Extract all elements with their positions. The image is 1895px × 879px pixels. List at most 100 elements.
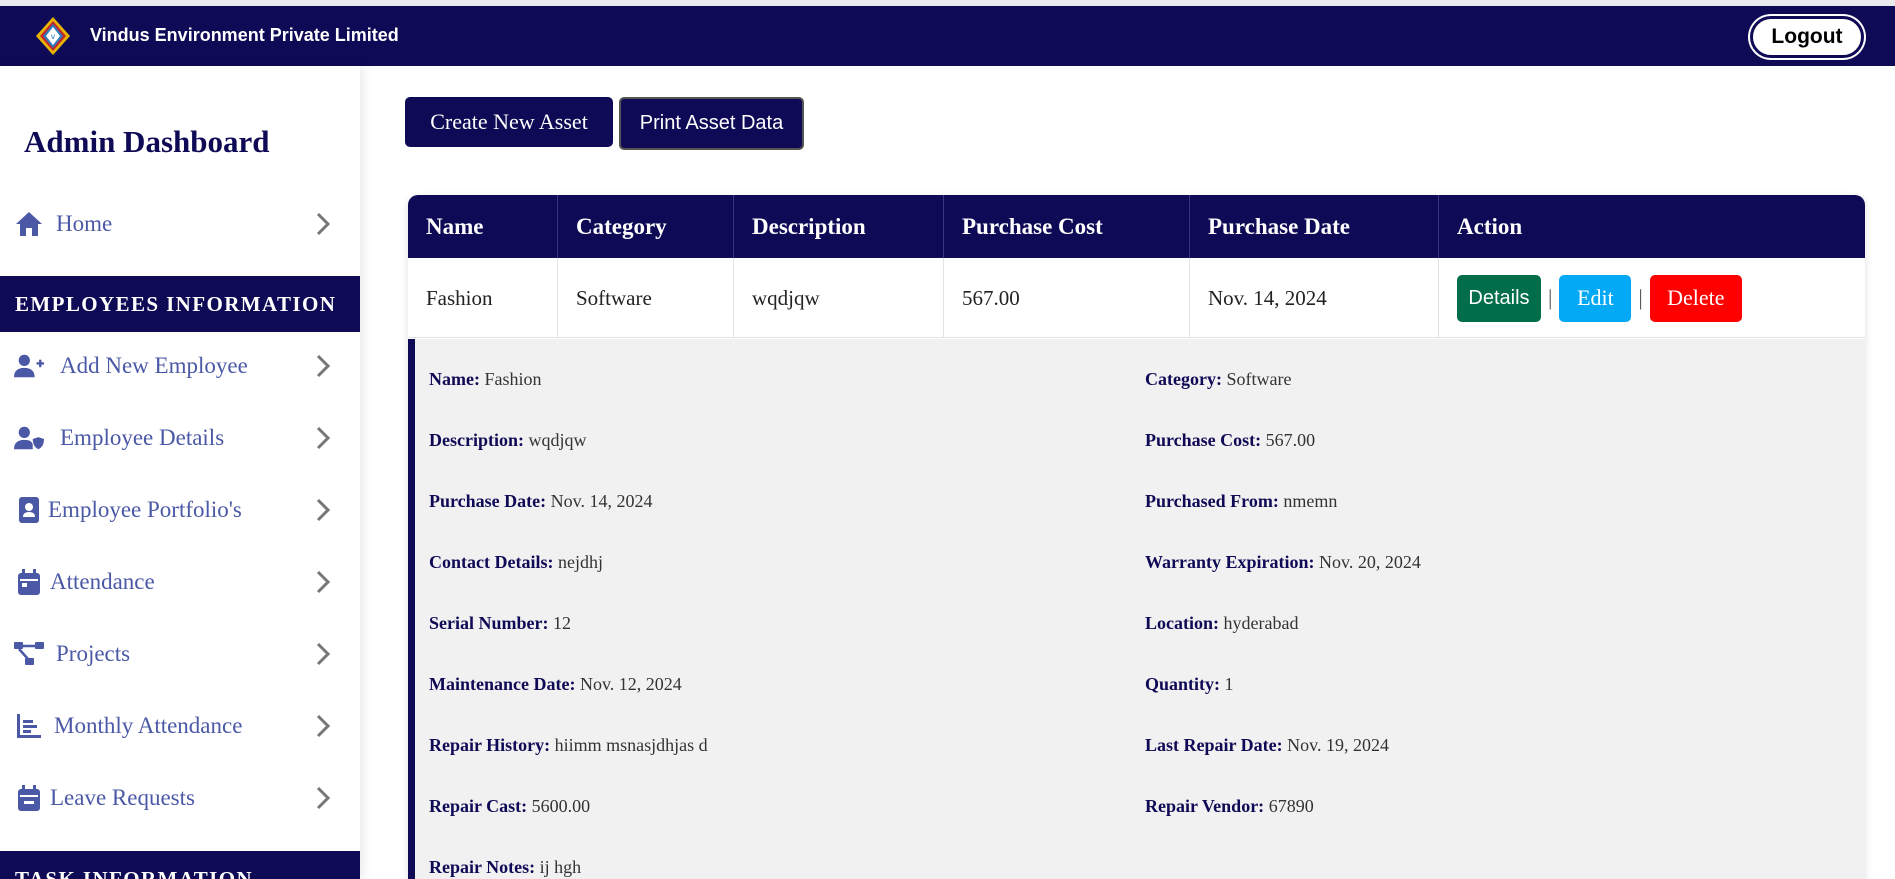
company-name: Vindus Environment Private Limited bbox=[90, 25, 399, 45]
svg-text:v: v bbox=[51, 32, 56, 41]
calendar-minus-icon bbox=[14, 783, 44, 813]
detail-value: Nov. 14, 2024 bbox=[550, 491, 653, 511]
id-badge-icon bbox=[14, 495, 44, 525]
chevron-right-icon bbox=[316, 426, 331, 450]
detail-maintenance-date: Maintenance Date: Nov. 12, 2024 bbox=[429, 674, 682, 695]
sidebar-item-employee-portfolios[interactable]: Employee Portfolio's bbox=[0, 482, 360, 538]
detail-label: Location: bbox=[1145, 613, 1219, 633]
sidebar: Admin Dashboard Home EMPLOYEES INFORMATI… bbox=[0, 66, 360, 879]
cell-actions: Details | Edit | Delete bbox=[1439, 258, 1865, 338]
sidebar-item-label: Employee Details bbox=[60, 425, 225, 450]
detail-value: Fashion bbox=[484, 369, 542, 389]
detail-label: Name: bbox=[429, 369, 480, 389]
detail-quantity: Quantity: 1 bbox=[1145, 674, 1234, 695]
logout-button[interactable]: Logout bbox=[1750, 16, 1864, 58]
detail-purchase-date: Purchase Date: Nov. 14, 2024 bbox=[429, 491, 652, 512]
top-navbar: v Vindus Environment Private Limited Log… bbox=[0, 6, 1895, 66]
detail-label: Purchase Cost: bbox=[1145, 430, 1262, 450]
print-asset-data-button[interactable]: Print Asset Data bbox=[619, 97, 804, 150]
company-logo-icon[interactable]: v bbox=[34, 15, 72, 57]
sidebar-item-leave-requests[interactable]: Leave Requests bbox=[0, 770, 360, 826]
chevron-right-icon bbox=[316, 786, 331, 810]
detail-value: Nov. 20, 2024 bbox=[1319, 552, 1421, 572]
detail-label: Repair Vendor: bbox=[1145, 796, 1265, 816]
detail-value: Nov. 12, 2024 bbox=[579, 674, 682, 694]
detail-value: hyderabad bbox=[1223, 613, 1299, 633]
chevron-right-icon bbox=[316, 354, 331, 378]
detail-value: 67890 bbox=[1268, 796, 1314, 816]
user-shield-icon bbox=[14, 423, 44, 453]
detail-repair-vendor: Repair Vendor: 67890 bbox=[1145, 796, 1314, 817]
project-diagram-icon bbox=[14, 639, 44, 669]
user-plus-icon bbox=[14, 351, 44, 381]
detail-value: ij hgh bbox=[539, 857, 582, 877]
asset-details-panel: Name: Fashion Category: Software Descrip… bbox=[408, 339, 1865, 879]
detail-label: Repair Cast: bbox=[429, 796, 528, 816]
column-header-name: Name bbox=[408, 195, 558, 258]
detail-label: Quantity: bbox=[1145, 674, 1221, 694]
sidebar-item-attendance[interactable]: Attendance bbox=[0, 554, 360, 610]
edit-button[interactable]: Edit bbox=[1559, 274, 1632, 322]
detail-value: 1 bbox=[1224, 674, 1234, 694]
detail-label: Category: bbox=[1145, 369, 1222, 389]
sidebar-item-projects[interactable]: Projects bbox=[0, 626, 360, 682]
sidebar-item-label: Monthly Attendance bbox=[54, 713, 243, 738]
column-header-action: Action bbox=[1457, 213, 1523, 239]
detail-value: Software bbox=[1226, 369, 1292, 389]
table-row: Fashion Software wqdjqw 567.00 Nov. 14, … bbox=[408, 258, 1865, 338]
detail-value: nmemn bbox=[1283, 491, 1338, 511]
chevron-right-icon bbox=[316, 714, 331, 738]
detail-value: nejdhj bbox=[557, 552, 603, 572]
detail-label: Description: bbox=[429, 430, 524, 450]
detail-value: hiimm msnasjdhjas d bbox=[554, 735, 708, 755]
detail-label: Purchase Date: bbox=[429, 491, 547, 511]
sidebar-title: Admin Dashboard bbox=[24, 124, 270, 159]
action-separator: | bbox=[1638, 285, 1643, 310]
detail-label: Repair History: bbox=[429, 735, 551, 755]
chevron-right-icon bbox=[316, 212, 331, 236]
asset-table: Name Category Description Purchase Cost … bbox=[408, 195, 1865, 879]
action-separator: | bbox=[1548, 285, 1553, 310]
sidebar-item-label: Leave Requests bbox=[50, 785, 195, 810]
detail-value: 5600.00 bbox=[531, 796, 591, 816]
detail-value: wqdjqw bbox=[528, 430, 587, 450]
detail-category: Category: Software bbox=[1145, 369, 1291, 390]
sidebar-item-label: Add New Employee bbox=[60, 353, 248, 378]
detail-serial-number: Serial Number: 12 bbox=[429, 613, 571, 634]
create-new-asset-button[interactable]: Create New Asset bbox=[405, 97, 613, 147]
sidebar-item-monthly-attendance[interactable]: Monthly Attendance bbox=[0, 698, 360, 754]
sidebar-item-employee-details[interactable]: Employee Details bbox=[0, 410, 360, 466]
column-header-purchase-cost: Purchase Cost bbox=[944, 195, 1190, 258]
cell-description: wqdjqw bbox=[734, 258, 944, 338]
chevron-right-icon bbox=[316, 642, 331, 666]
column-header-category: Category bbox=[558, 195, 734, 258]
cell-category: Software bbox=[558, 258, 734, 338]
column-header-description: Description bbox=[734, 195, 944, 258]
chevron-right-icon bbox=[316, 570, 331, 594]
section-heading-tasks: TASK INFORMATION bbox=[0, 851, 360, 879]
detail-label: Contact Details: bbox=[429, 552, 554, 572]
detail-value: Nov. 19, 2024 bbox=[1287, 735, 1389, 755]
delete-button[interactable]: Delete bbox=[1649, 274, 1742, 322]
detail-location: Location: hyderabad bbox=[1145, 613, 1298, 634]
chart-icon bbox=[14, 711, 44, 741]
sidebar-item-add-new-employee[interactable]: Add New Employee bbox=[0, 338, 360, 394]
details-button[interactable]: Details bbox=[1457, 274, 1541, 322]
chevron-right-icon bbox=[316, 498, 331, 522]
detail-repair-history: Repair History: hiimm msnasjdhjas d bbox=[429, 735, 708, 756]
sidebar-item-home[interactable]: Home bbox=[0, 196, 360, 252]
calendar-icon bbox=[14, 567, 44, 597]
detail-repair-cast: Repair Cast: 5600.00 bbox=[429, 796, 590, 817]
detail-label: Serial Number: bbox=[429, 613, 549, 633]
detail-label: Warranty Expiration: bbox=[1145, 552, 1315, 572]
column-header-purchase-date: Purchase Date bbox=[1190, 195, 1439, 258]
detail-purchase-cost: Purchase Cost: 567.00 bbox=[1145, 430, 1315, 451]
detail-repair-notes: Repair Notes: ij hgh bbox=[429, 857, 581, 878]
detail-label: Maintenance Date: bbox=[429, 674, 576, 694]
detail-last-repair-date: Last Repair Date: Nov. 19, 2024 bbox=[1145, 735, 1389, 756]
detail-contact-details: Contact Details: nejdhj bbox=[429, 552, 603, 573]
cell-purchase-cost: 567.00 bbox=[944, 258, 1190, 338]
sidebar-item-label: Attendance bbox=[50, 569, 155, 594]
detail-description: Description: wqdjqw bbox=[429, 430, 586, 451]
detail-value: 12 bbox=[552, 613, 571, 633]
